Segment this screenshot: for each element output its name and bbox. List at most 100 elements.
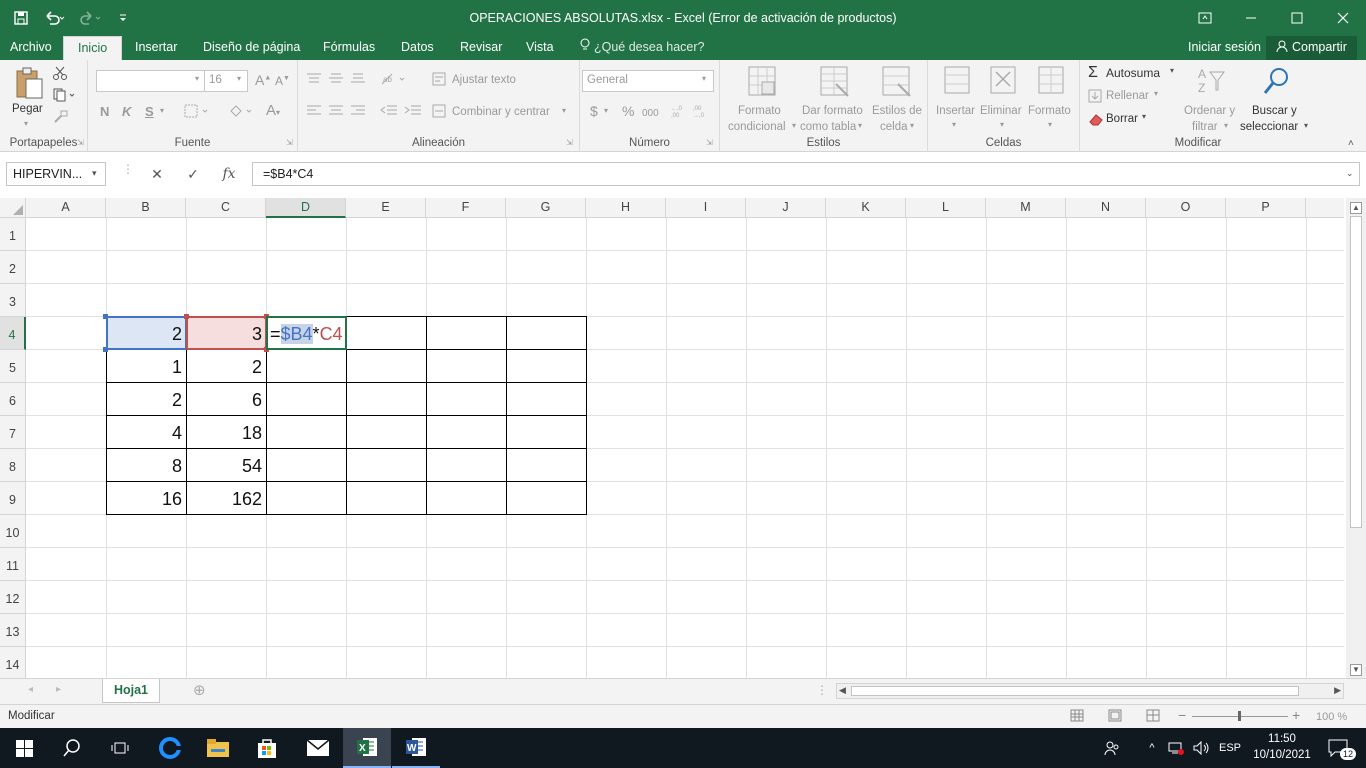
row-header-10[interactable]: 10	[0, 515, 26, 548]
format-as-table-button[interactable]: Dar formato como tabla ▾	[798, 64, 872, 134]
col-header-K[interactable]: K	[826, 198, 906, 218]
clear-button[interactable]: Borrar	[1106, 112, 1138, 127]
search-icon[interactable]	[48, 728, 96, 768]
fill-icon[interactable]	[1088, 89, 1102, 106]
row-header-14[interactable]: 14	[0, 647, 26, 678]
row-header-11[interactable]: 11	[0, 548, 26, 581]
decrease-indent-icon[interactable]	[380, 104, 398, 119]
volume-icon[interactable]	[1188, 728, 1216, 768]
autosum-icon[interactable]: Σ	[1088, 64, 1098, 82]
italic-button[interactable]: K	[122, 104, 131, 119]
sort-filter-button[interactable]: AZ Ordenar y filtrar ▾	[1180, 64, 1240, 134]
maximize-icon[interactable]	[1274, 0, 1320, 36]
cell-b6[interactable]: 2	[106, 384, 186, 417]
signin-link[interactable]: Iniciar sesión	[1188, 36, 1261, 60]
word-taskbar-icon[interactable]: W	[392, 728, 440, 768]
col-header-M[interactable]: M	[986, 198, 1066, 218]
zoom-slider-thumb[interactable]	[1238, 711, 1241, 721]
wrap-text-button[interactable]: Ajustar texto	[452, 73, 516, 88]
number-format-select[interactable]: General	[582, 70, 714, 92]
cell-styles-button[interactable]: Estilos de celda ▾	[870, 64, 926, 134]
tab-vista[interactable]: Vista	[526, 36, 554, 60]
shrink-font-icon[interactable]: A▼	[275, 74, 290, 88]
col-header-O[interactable]: O	[1146, 198, 1226, 218]
conditional-format-button[interactable]: Formato condicional ▾	[724, 64, 798, 134]
vertical-scrollbar[interactable]: ▲ ▼	[1346, 198, 1366, 678]
cancel-entry-icon[interactable]: ✕	[144, 162, 170, 186]
people-icon[interactable]	[1094, 728, 1130, 768]
cell-c8[interactable]: 54	[186, 450, 266, 483]
input-language[interactable]: ESP	[1214, 728, 1246, 768]
mail-icon[interactable]	[294, 728, 342, 768]
insert-cells-button[interactable]: Insertar ▾	[932, 64, 980, 134]
grow-font-icon[interactable]: A▲	[255, 72, 271, 88]
cell-b7[interactable]: 4	[106, 417, 186, 450]
underline-button[interactable]: S	[145, 104, 154, 119]
tab-diseno[interactable]: Diseño de página	[203, 36, 300, 60]
tab-inicio[interactable]: Inicio	[63, 36, 123, 60]
col-header-P[interactable]: P	[1226, 198, 1306, 218]
row-header-9[interactable]: 9	[0, 482, 26, 515]
row-header-1[interactable]: 1	[0, 218, 26, 251]
scroll-up-arrow[interactable]: ▲	[1350, 202, 1362, 214]
add-sheet-icon[interactable]: ⊕	[193, 681, 206, 699]
bold-button[interactable]: N	[100, 104, 109, 119]
normal-view-icon[interactable]	[1070, 709, 1084, 725]
ribbon-display-options-icon[interactable]	[1182, 0, 1228, 36]
split-handle-icon[interactable]: ⋮	[816, 683, 828, 697]
font-color-icon[interactable]: A▾	[266, 102, 280, 119]
tab-datos[interactable]: Datos	[401, 36, 434, 60]
show-hidden-icons-icon[interactable]: ^	[1140, 728, 1164, 768]
select-all-corner[interactable]	[0, 198, 26, 218]
col-header-I[interactable]: I	[666, 198, 746, 218]
percent-button[interactable]: %	[622, 104, 634, 119]
windows-start-icon[interactable]	[0, 728, 48, 768]
col-header-C[interactable]: C	[186, 198, 266, 218]
orientation-icon[interactable]: ab	[380, 72, 408, 89]
font-size-select[interactable]: 16	[204, 70, 248, 92]
col-header-F[interactable]: F	[426, 198, 506, 218]
font-name-select[interactable]	[96, 70, 206, 92]
dialog-launcher-icon[interactable]: ⇲	[77, 138, 84, 147]
cut-icon[interactable]	[53, 66, 67, 83]
row-header-4[interactable]: 4	[0, 317, 26, 350]
row-header-3[interactable]: 3	[0, 284, 26, 317]
col-header-J[interactable]: J	[746, 198, 826, 218]
row-header-12[interactable]: 12	[0, 581, 26, 614]
format-painter-icon[interactable]	[53, 110, 69, 127]
format-cells-button[interactable]: Formato ▾	[1028, 64, 1076, 134]
align-bottom-icon[interactable]	[350, 72, 366, 87]
file-explorer-icon[interactable]	[194, 728, 242, 768]
cell-c9[interactable]: 162	[186, 483, 266, 516]
cell-b5[interactable]: 1	[106, 351, 186, 384]
eraser-icon[interactable]	[1088, 112, 1104, 129]
thousands-button[interactable]: 000	[642, 106, 659, 121]
increase-indent-icon[interactable]	[404, 104, 422, 119]
borders-icon[interactable]	[184, 104, 210, 121]
cell-b9[interactable]: 16	[106, 483, 186, 516]
cell-b4[interactable]: 2	[106, 318, 186, 351]
formula-input[interactable]: =$B4*C4	[252, 162, 1360, 186]
row-header-7[interactable]: 7	[0, 416, 26, 449]
horizontal-scrollbar[interactable]: ◀ ▶	[836, 683, 1344, 699]
wrap-text-icon[interactable]	[432, 72, 446, 89]
hscroll-thumb[interactable]	[851, 686, 1299, 696]
excel-taskbar-icon[interactable]: X	[343, 728, 391, 768]
page-layout-view-icon[interactable]	[1108, 709, 1122, 725]
fill-button[interactable]: Rellenar	[1106, 89, 1149, 104]
delete-cells-button[interactable]: Eliminar ▾	[980, 64, 1028, 134]
scroll-left-arrow[interactable]: ◀	[839, 685, 846, 696]
col-header-L[interactable]: L	[906, 198, 986, 218]
decrease-decimal-icon[interactable]: ,00 →,0	[692, 104, 710, 121]
increase-decimal-icon[interactable]: ←,0,00	[670, 104, 688, 121]
align-left-icon[interactable]	[306, 104, 322, 119]
name-box[interactable]: HIPERVIN...	[6, 162, 106, 186]
cell-b8[interactable]: 8	[106, 450, 186, 483]
align-middle-icon[interactable]	[328, 72, 344, 87]
zoom-level[interactable]: 100 %	[1316, 710, 1347, 725]
row-header-6[interactable]: 6	[0, 383, 26, 416]
scroll-thumb[interactable]	[1350, 216, 1362, 528]
align-top-icon[interactable]	[306, 72, 322, 87]
collapse-ribbon-icon[interactable]: ˄	[1348, 138, 1354, 149]
zoom-slider[interactable]	[1192, 711, 1288, 721]
